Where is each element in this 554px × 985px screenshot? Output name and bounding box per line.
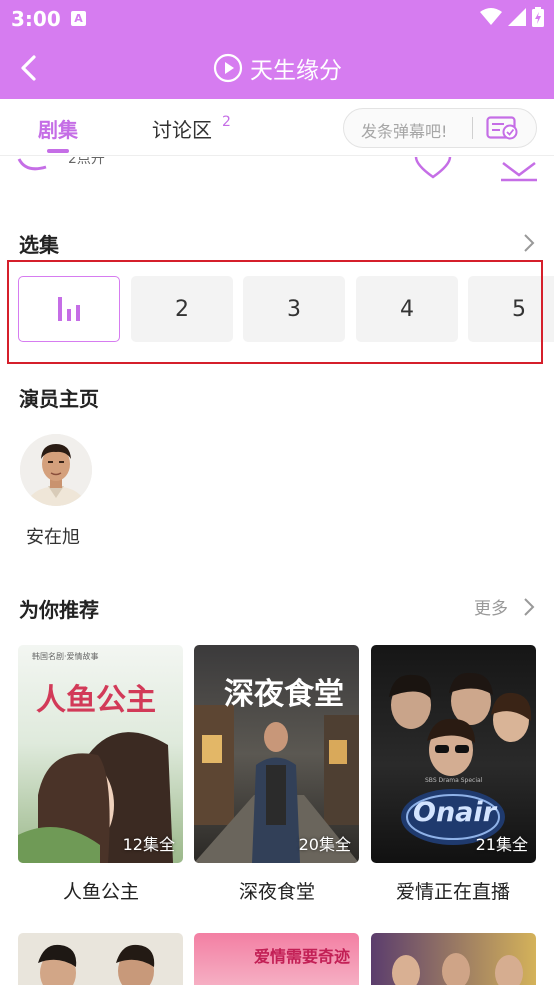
recommend-card[interactable]: SBS Drama Special Onair 21集全 (371, 645, 536, 863)
action-row-partial: 2点开 (0, 157, 554, 183)
episodes-section-title: 选集 (19, 233, 59, 257)
actors-section-title: 演员主页 (19, 387, 99, 411)
poster-title: 人鱼公主 (36, 683, 156, 718)
episode-count: 21集全 (475, 835, 528, 854)
recommend-card[interactable] (371, 933, 536, 985)
actor-avatar[interactable] (20, 434, 92, 506)
actor-portrait (20, 434, 92, 506)
partial-label: 2点开 (68, 157, 105, 167)
poster-title: 爱情需要奇迹 (254, 947, 351, 966)
back-button[interactable] (12, 52, 44, 84)
recommend-card[interactable]: 爱情需要奇迹 (194, 933, 359, 985)
wifi-icon (480, 8, 502, 25)
recommend-card[interactable] (18, 933, 183, 985)
danmaku-settings-icon[interactable] (486, 116, 520, 140)
tab-episodes[interactable]: 剧集 (38, 114, 78, 143)
play-circle-icon (213, 53, 243, 83)
poster-title: Onair (413, 797, 496, 828)
poster-image (392, 953, 523, 985)
recommend-section-title: 为你推荐 (19, 598, 99, 622)
highlight-box (7, 260, 543, 364)
back-arrow-icon (21, 55, 36, 81)
recommend-card-title[interactable]: 人鱼公主 (13, 877, 189, 904)
episode-count: 20集全 (298, 835, 351, 854)
status-time: 3:00 (11, 7, 61, 31)
episodes-more-chevron-icon[interactable] (522, 233, 536, 253)
favorite-heart-icon[interactable] (413, 157, 453, 183)
page-title: 天生缘分 (250, 58, 342, 84)
share-icon-partial[interactable] (16, 157, 76, 183)
recommend-card[interactable]: 韩国名剧·爱情故事 人鱼公主 12集全 (18, 645, 183, 863)
poster-small-text: SBS Drama Special (425, 777, 483, 784)
actor-name[interactable]: 安在旭 (26, 523, 80, 549)
title-bar: 天生缘分 (0, 38, 554, 99)
recommend-more-link[interactable]: 更多 (474, 594, 508, 619)
signal-icon (508, 8, 526, 26)
notification-a-icon: A (71, 11, 86, 26)
tab-bar: 剧集 讨论区 2 发条弹幕吧! (0, 99, 554, 156)
recommend-card-title[interactable]: 深夜食堂 (189, 877, 365, 904)
danmaku-placeholder: 发条弹幕吧! (361, 122, 448, 141)
episode-count: 12集全 (122, 835, 175, 854)
battery-icon (532, 7, 544, 27)
recommend-card[interactable]: 深夜食堂 20集全 (194, 645, 359, 863)
poster-small-text: 韩国名剧·爱情故事 (32, 652, 99, 661)
tab-active-indicator (47, 149, 69, 153)
download-icon[interactable] (499, 157, 539, 183)
status-bar: 3:00 A (0, 0, 554, 38)
recommend-more-chevron-icon[interactable] (522, 597, 536, 617)
poster-image (38, 944, 155, 985)
poster-title: 深夜食堂 (224, 677, 344, 712)
danmaku-input[interactable]: 发条弹幕吧! (343, 108, 537, 148)
status-icons (480, 7, 544, 27)
danmaku-divider (472, 117, 473, 139)
recommend-card-title[interactable]: 爱情正在直播 (365, 877, 541, 904)
tab-discussion[interactable]: 讨论区 (152, 114, 212, 143)
discussion-count-badge: 2 (222, 114, 231, 130)
title-group[interactable]: 天生缘分 (213, 51, 342, 85)
